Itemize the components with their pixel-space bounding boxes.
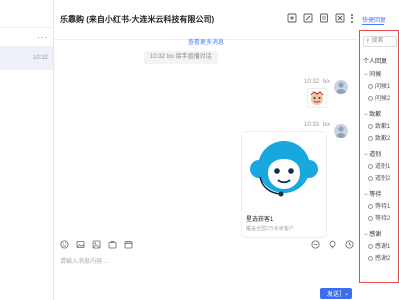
session-list-header <box>0 0 53 28</box>
reply-item-icon <box>368 163 373 169</box>
calendar-icon[interactable] <box>124 240 133 249</box>
quick-reply-search[interactable]: ⚲ 搜索 <box>363 36 397 47</box>
quick-reply-panel: ⚲ 搜索 个人回复 − 问候 问候1 问候2 − 致歉 致歉1 致歉2 − 道别… <box>359 30 399 283</box>
quick-reply-item[interactable]: 等待1 <box>368 201 390 210</box>
chat-title: 乐靠购 (来自小红书-大连米云科技有限公司) <box>60 15 215 24</box>
reply-item-icon <box>368 203 373 209</box>
session-item-active[interactable]: 10:32 <box>0 46 53 70</box>
product-card[interactable]: 星选获客1 覆盖全国2万余家客户 <box>241 131 327 238</box>
quick-reply-header: 快捷回复 <box>359 0 399 30</box>
active-tab-underline <box>362 24 384 25</box>
collapse-icon: − <box>364 232 368 238</box>
reply-item-icon <box>368 243 373 249</box>
quick-reply-item[interactable]: 感谢1 <box>368 241 390 250</box>
emoji-icon[interactable] <box>60 240 69 249</box>
system-message: 10:32 lxx 接手直播对话 <box>144 51 218 64</box>
sticker-image[interactable] <box>307 88 327 108</box>
clock-icon[interactable] <box>345 240 354 249</box>
quick-reply-item[interactable]: 道别2 <box>368 173 390 182</box>
chat-panel: 乐靠购 (来自小红书-大连米云科技有限公司) 查看更多消息 10:32 lxx … <box>54 0 358 300</box>
category-thanks[interactable]: − 感谢 <box>364 229 381 238</box>
card-title: 星选获客1 <box>246 217 274 223</box>
reply-item-icon <box>368 175 373 181</box>
quick-reply-group: 个人回复 <box>363 59 388 65</box>
quick-reply-item[interactable]: 等待2 <box>368 213 390 222</box>
quick-reply-item[interactable]: 问候2 <box>368 93 390 102</box>
composer-toolbar <box>54 238 358 252</box>
category-apology[interactable]: − 致歉 <box>364 109 381 118</box>
collapse-icon: − <box>364 152 368 158</box>
collapse-icon: − <box>364 192 368 198</box>
history-link[interactable]: 查看更多消息 <box>54 37 358 46</box>
avatar-icon <box>336 126 346 138</box>
briefcase-icon[interactable] <box>108 240 117 249</box>
send-button[interactable]: 发送 ⌄ <box>320 288 352 299</box>
message-meta: 10:33 lxx <box>304 122 331 128</box>
transfer-icon[interactable] <box>287 13 297 23</box>
end-chat-icon[interactable] <box>335 13 345 23</box>
collapse-icon: − <box>364 112 368 118</box>
session-time: 10:32 <box>32 55 48 61</box>
chat-bubble-icon[interactable] <box>311 240 320 249</box>
monkey-mascot-icon <box>250 141 318 197</box>
quick-reply-item[interactable]: 致歉1 <box>368 121 390 130</box>
edit-icon[interactable] <box>303 13 313 23</box>
quick-reply-item[interactable]: 道别1 <box>368 161 390 170</box>
lightbulb-icon[interactable] <box>328 240 337 249</box>
quick-reply-item[interactable]: 感谢2 <box>368 253 390 262</box>
cartoon-sticker-icon <box>310 91 324 105</box>
search-icon: ⚲ <box>366 38 370 44</box>
quick-reply-item[interactable]: 致歉2 <box>368 133 390 142</box>
agent-avatar <box>334 80 348 94</box>
reply-item-icon <box>368 123 373 129</box>
reply-item-icon <box>368 255 373 261</box>
avatar-icon <box>336 82 346 94</box>
collapse-icon: − <box>364 72 368 78</box>
category-farewell[interactable]: − 道别 <box>364 149 381 158</box>
session-list: ··· 10:32 <box>0 0 54 300</box>
category-waiting[interactable]: − 等待 <box>364 189 381 198</box>
agent-avatar <box>334 124 348 138</box>
message-input[interactable]: 请输入消息内容... <box>60 256 107 265</box>
quick-reply-tab[interactable]: 快捷回复 <box>362 15 386 24</box>
reply-item-icon <box>368 215 373 221</box>
reply-item-icon <box>368 95 373 101</box>
category-greeting[interactable]: − 问候 <box>364 69 381 78</box>
chat-header: 乐靠购 (来自小红书-大连米云科技有限公司) <box>54 0 358 40</box>
reply-item-icon <box>368 83 373 89</box>
more-vertical-icon[interactable] <box>351 13 354 23</box>
card-image <box>242 132 326 212</box>
chevron-down-icon[interactable]: ⌄ <box>339 290 349 297</box>
quick-reply-item[interactable]: 问候1 <box>368 81 390 90</box>
picture-icon[interactable] <box>92 240 101 249</box>
note-icon[interactable] <box>319 13 329 23</box>
more-icon[interactable]: ··· <box>37 33 48 42</box>
message-meta: 10:32 lxx <box>304 79 331 85</box>
card-subtitle: 覆盖全国2万余家客户 <box>246 226 294 232</box>
image-icon[interactable] <box>76 240 85 249</box>
reply-item-icon <box>368 135 373 141</box>
